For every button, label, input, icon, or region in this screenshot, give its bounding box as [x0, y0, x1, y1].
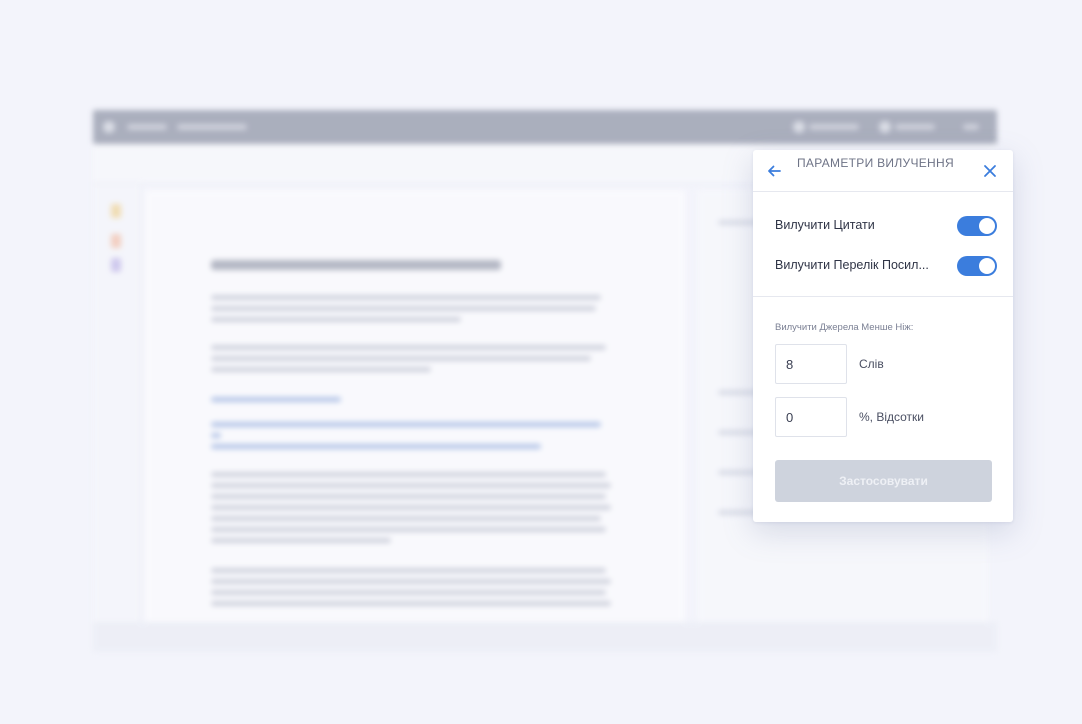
bg-document — [145, 190, 685, 630]
apply-button[interactable]: Застосовувати — [775, 460, 992, 502]
words-unit-label: Слів — [859, 357, 884, 371]
percent-unit-label: %, Відсотки — [859, 410, 925, 424]
arrow-left-icon — [768, 165, 781, 177]
toggle-knob — [979, 258, 995, 274]
divider — [753, 296, 1013, 297]
close-icon — [984, 165, 996, 177]
panel-title: ПАРАМЕТРИ ВИЛУЧЕННЯ — [797, 156, 954, 170]
words-threshold-input[interactable] — [775, 344, 847, 384]
exclude-references-toggle[interactable] — [957, 256, 997, 276]
exclude-quotes-row: Вилучити Цитати — [775, 214, 997, 236]
exclusion-parameters-panel: ПАРАМЕТРИ ВИЛУЧЕННЯ Вилучити Цитати Вилу… — [753, 150, 1013, 522]
back-button[interactable] — [765, 162, 783, 180]
panel-header: ПАРАМЕТРИ ВИЛУЧЕННЯ — [753, 150, 1013, 192]
percent-threshold-input[interactable] — [775, 397, 847, 437]
exclude-references-label: Вилучити Перелік Посил... — [775, 258, 929, 272]
exclude-references-row: Вилучити Перелік Посил... — [775, 254, 997, 276]
toggle-knob — [979, 218, 995, 234]
exclude-quotes-toggle[interactable] — [957, 216, 997, 236]
exclude-sources-label: Вилучити Джерела Менше Ніж: — [775, 322, 914, 333]
bg-left-strip — [93, 184, 141, 624]
exclude-quotes-label: Вилучити Цитати — [775, 218, 875, 232]
bg-floor — [93, 622, 997, 652]
close-button[interactable] — [981, 162, 999, 180]
bg-topbar — [93, 110, 997, 144]
